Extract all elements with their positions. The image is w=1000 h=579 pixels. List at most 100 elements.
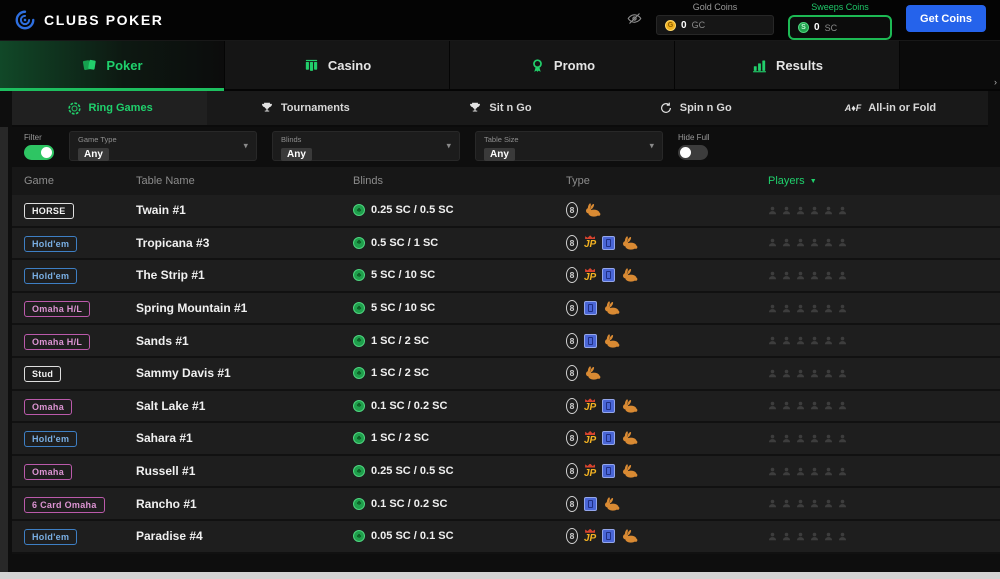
blinds-value: 1 SC / 2 SC [371,334,430,347]
vertical-scrollbar[interactable] [0,127,8,572]
tab-casino[interactable]: Casino [225,41,450,89]
empty-seat-icon [810,532,819,541]
spin-arrows-icon [660,102,671,113]
chevron-down-icon: ▾ [243,140,248,151]
get-coins-button[interactable]: Get Coins [906,5,986,32]
empty-seat-icon [824,401,833,410]
poker-chip-icon [67,101,81,115]
table-row[interactable]: Omaha Salt Lake #1 ♣ 0.1 SC / 0.2 SC 8 JP [12,390,1000,424]
sweeps-coin-icon: ♣ [353,367,365,380]
players-seats [768,336,1000,345]
tab-promo[interactable]: Promo [450,41,675,89]
table-row[interactable]: Omaha H/L Sands #1 ♣ 1 SC / 2 SC 8 [12,325,1000,358]
jackpot-icon: JP [584,528,596,544]
oval-8-icon: 8 [566,528,578,545]
hide-full-toggle[interactable] [678,144,708,160]
rabbit-icon [621,464,638,478]
table-row[interactable]: 6 Card Omaha Rancho #1 ♣ 0.1 SC / 0.2 SC… [12,488,1000,521]
empty-seat-icon [824,369,833,378]
blinds-value: 0.5 SC / 1 SC [371,236,439,249]
players-seats [768,369,1000,378]
toggle-knob [41,146,52,158]
column-header-game[interactable]: Game [12,175,136,187]
sweeps-amount: 0 [814,22,820,33]
type-cell: 8 [566,202,768,219]
table-row[interactable]: Hold'em Sahara #1 ♣ 1 SC / 2 SC 8 JP [12,423,1000,456]
sub-tab-spin-n-go[interactable]: Spin n Go [598,91,793,125]
empty-seat-icon [782,206,791,215]
empty-seat-icon [838,336,847,345]
select-value: Any [281,148,312,161]
game-badge: Hold'em [24,431,78,448]
table-name: Sahara #1 [136,431,193,446]
players-seats [768,304,1000,313]
empty-seat-icon [782,434,791,443]
sub-tab-ring-games[interactable]: Ring Games [12,91,208,125]
empty-seat-icon [796,401,805,410]
sub-tab-all-in-or-fold[interactable]: A♦F All-in or Fold [793,91,988,125]
column-header-players[interactable]: Players ▼ [768,175,1000,187]
table-name: Tropicana #3 [136,235,210,250]
nav-overflow-icon: › [994,77,997,87]
table-row[interactable]: Hold'em Tropicana #3 ♣ 0.5 SC / 1 SC 8 JP [12,227,1000,261]
type-cell: 8 JP [566,528,768,545]
blinds-value: 0.1 SC / 0.2 SC [371,399,448,412]
casino-slots-icon [305,59,317,71]
jackpot-icon: JP [584,463,596,479]
empty-seat-icon [838,532,847,541]
rabbit-icon [584,203,601,217]
table-row[interactable]: HORSE Twain #1 ♣ 0.25 SC / 0.5 SC 8 [12,195,1000,228]
sweeps-coin-icon: ♣ [353,236,365,249]
game-type-select[interactable]: Game Type Any ▾ [69,131,257,161]
rabbit-icon [621,399,638,413]
results-chart-icon [753,60,766,72]
rabbit-icon [621,268,638,283]
game-badge: HORSE [24,203,74,220]
aof-icon: A♦F [844,103,862,113]
column-header-blinds[interactable]: Blinds [353,175,566,187]
empty-seat-icon [824,304,833,313]
empty-seat-icon [782,499,791,508]
brand-name: CLUBS POKER [44,12,164,28]
empty-seat-icon [782,369,791,378]
hide-balance-eye-icon[interactable] [627,11,642,26]
tab-poker[interactable]: Poker [0,41,225,91]
clubs-poker-logo-icon [15,10,35,30]
empty-seat-icon [838,401,847,410]
table-size-select[interactable]: Table Size Any ▾ [475,131,663,161]
type-cell: 8 JP [566,430,768,447]
table-row[interactable]: Stud Sammy Davis #1 ♣ 1 SC / 2 SC 8 [12,357,1000,391]
blinds-select[interactable]: Blinds Any ▾ [272,131,460,161]
empty-seat-icon [782,238,791,247]
empty-seat-icon [782,401,791,410]
oval-8-icon: 8 [566,495,578,512]
brand-logo[interactable]: CLUBS POKER [14,9,164,31]
hide-full-label: Hide Full [678,132,710,142]
sweeps-coin-icon: ♣ [353,465,365,478]
sub-tab-tournaments[interactable]: Tournaments [207,91,402,125]
blinds-value: 5 SC / 10 SC [371,269,436,282]
empty-seat-icon [810,271,819,280]
table-name: Paradise #4 [136,529,203,544]
empty-seat-icon [810,336,819,345]
sub-tab-sit-n-go[interactable]: Sit n Go [402,91,597,125]
empty-seat-icon [782,467,791,476]
table-row[interactable]: Hold'em Paradise #4 ♣ 0.05 SC / 0.1 SC 8… [12,520,1000,554]
tab-results[interactable]: Results [675,41,900,89]
empty-seat-icon [796,467,805,476]
empty-seat-icon [838,499,847,508]
table-row[interactable]: Hold'em The Strip #1 ♣ 5 SC / 10 SC 8 JP [12,260,1000,293]
empty-seat-icon [768,336,777,345]
deck-icon [602,398,616,413]
hide-full-toggle-group: Hide Full [678,133,710,160]
column-header-type[interactable]: Type [566,175,768,187]
filter-toggle[interactable] [24,144,54,160]
table-row[interactable]: Omaha H/L Spring Mountain #1 ♣ 5 SC / 10… [12,292,1000,326]
table-row[interactable]: Omaha Russell #1 ♣ 0.25 SC / 0.5 SC 8 JP [12,455,1000,489]
horizontal-scrollbar[interactable] [0,572,1000,579]
gold-coin-icon: G [665,19,676,31]
column-header-table-name[interactable]: Table Name [136,175,353,187]
players-header-label: Players [768,175,805,187]
table-body: HORSE Twain #1 ♣ 0.25 SC / 0.5 SC 8 Hold… [12,195,1000,554]
select-label: Game Type [78,135,117,144]
